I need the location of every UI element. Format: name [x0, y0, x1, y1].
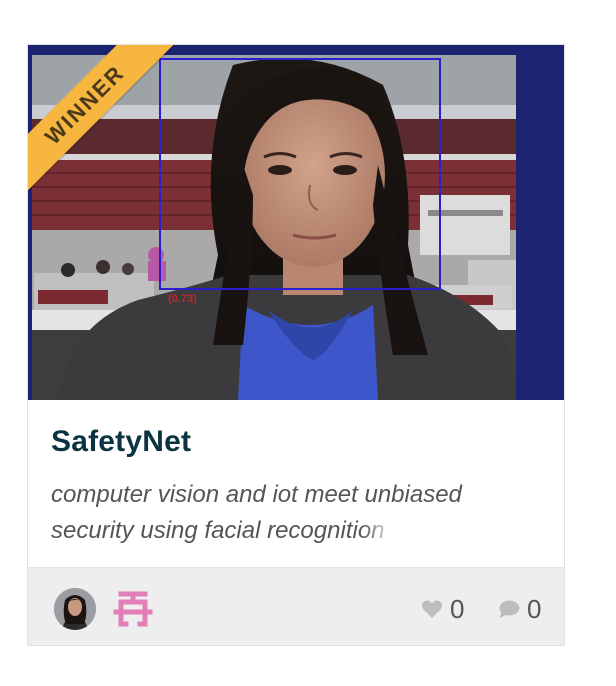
comments-counter[interactable]: 0 [498, 592, 541, 626]
project-title[interactable]: SafetyNet [51, 425, 191, 459]
project-thumbnail[interactable]: (0.73) WINNER [28, 45, 564, 400]
project-card[interactable]: (0.73) WINNER SafetyNet computer vision … [27, 44, 565, 646]
member-avatar[interactable] [54, 588, 96, 630]
detection-score-label: (0.73) [168, 293, 197, 305]
heart-icon [421, 600, 443, 618]
comments-count: 0 [527, 593, 542, 624]
project-tagline: computer vision and iot meet unbiased se… [51, 477, 551, 549]
tagline-fade-text: tion [345, 517, 385, 544]
avatar-image [54, 588, 96, 630]
likes-counter[interactable]: 0 [421, 592, 464, 626]
team-logo-icon[interactable] [112, 588, 154, 630]
speech-bubble-icon [499, 600, 520, 618]
card-footer: 0 0 [28, 567, 564, 645]
likes-count: 0 [450, 593, 465, 624]
tagline-main-text: computer vision and iot meet unbiased se… [51, 481, 462, 544]
